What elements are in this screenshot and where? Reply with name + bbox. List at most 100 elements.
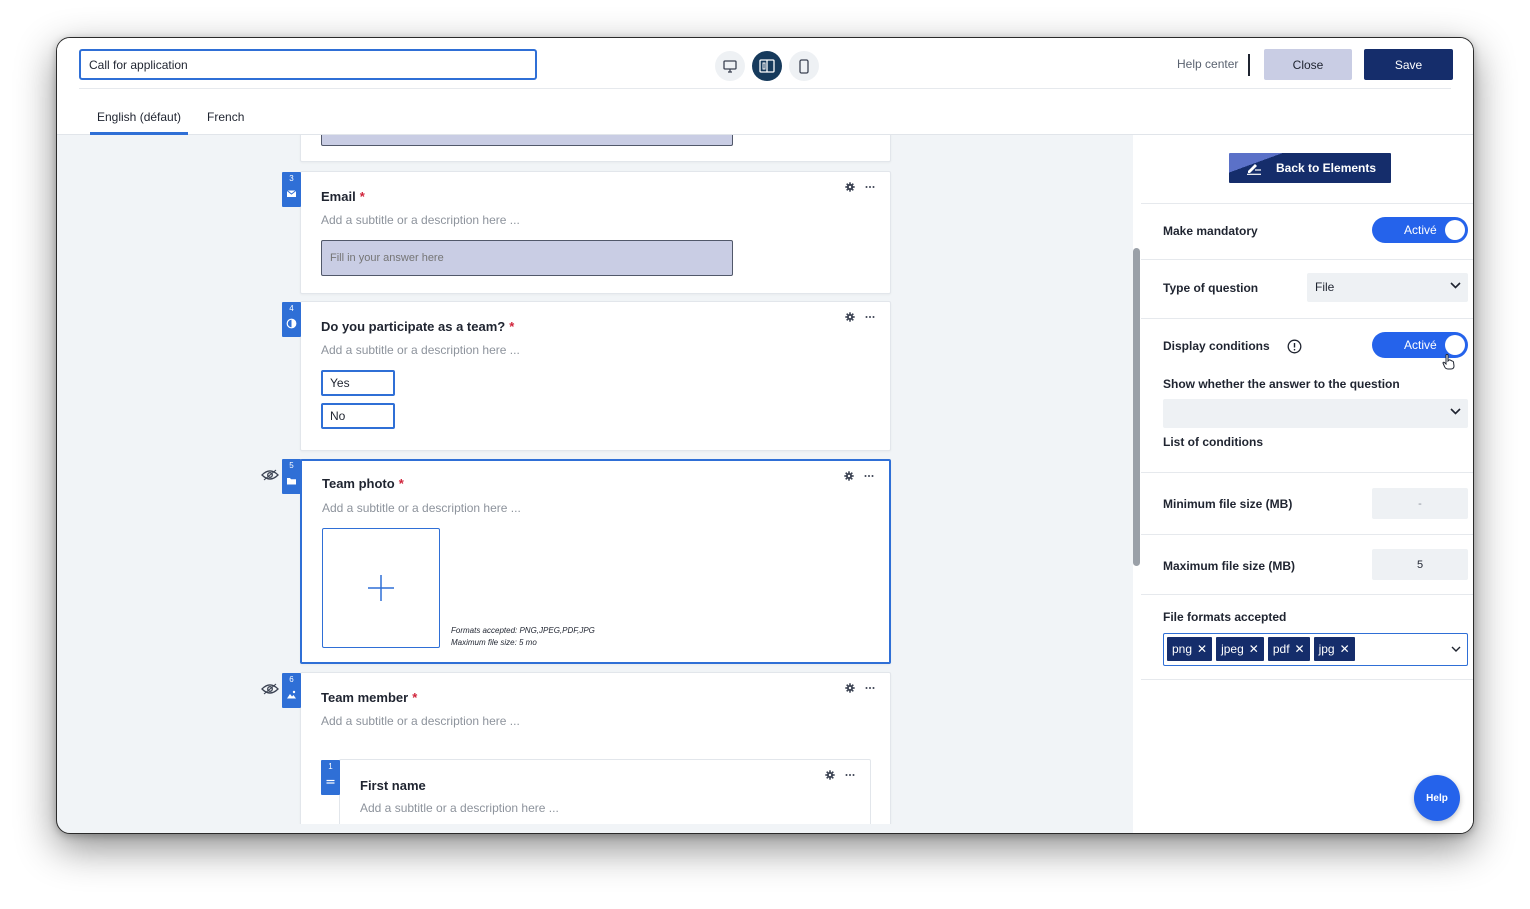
question-number: 6 bbox=[289, 675, 294, 684]
answer-field-previous[interactable] bbox=[321, 135, 733, 146]
min-file-size-input[interactable] bbox=[1372, 488, 1468, 519]
question-card-team-photo[interactable]: 5 Team photo * Add a subtitle or a descri… bbox=[282, 459, 891, 664]
gear-icon[interactable] bbox=[845, 312, 855, 322]
sub-question-subtitle[interactable]: Add a subtitle or a description here ... bbox=[360, 801, 559, 815]
setting-row-question-type: Type of question File bbox=[1141, 259, 1473, 317]
more-options-icon[interactable] bbox=[865, 182, 875, 192]
question-subtitle[interactable]: Add a subtitle or a description here ... bbox=[321, 714, 520, 728]
required-mark: * bbox=[412, 690, 418, 705]
question-subtitle[interactable]: Add a subtitle or a description here ... bbox=[321, 213, 520, 227]
image-icon bbox=[287, 690, 296, 699]
tab-french[interactable]: French bbox=[200, 98, 251, 134]
tab-english[interactable]: English (défaut) bbox=[90, 98, 189, 135]
choice-no[interactable]: No bbox=[321, 403, 395, 429]
card-tools bbox=[825, 770, 855, 780]
file-formats-multiselect[interactable]: png ✕ jpeg ✕ pdf ✕ jpg ✕ bbox=[1163, 633, 1468, 666]
question-subtitle[interactable]: Add a subtitle or a description here ... bbox=[321, 343, 520, 357]
sub-question-title[interactable]: First name bbox=[360, 778, 426, 793]
desktop-icon bbox=[723, 59, 737, 73]
file-upload-dropzone[interactable] bbox=[322, 528, 440, 648]
question-number: 5 bbox=[289, 461, 294, 470]
file-formats-label: File formats accepted bbox=[1163, 610, 1287, 624]
format-tag-label: png bbox=[1172, 642, 1193, 656]
mobile-icon bbox=[799, 58, 809, 74]
header-divider bbox=[1248, 54, 1250, 76]
gear-icon[interactable] bbox=[844, 471, 854, 481]
gear-icon[interactable] bbox=[845, 182, 855, 192]
eye-icon[interactable] bbox=[261, 683, 279, 695]
question-card-team-member[interactable]: 6 Team member * Add a subtitle or a descr… bbox=[282, 672, 891, 824]
make-mandatory-label: Make mandatory bbox=[1163, 224, 1258, 238]
type-of-question-label: Type of question bbox=[1163, 281, 1259, 295]
setting-row-mandatory: Make mandatory Activé bbox=[1141, 203, 1473, 258]
remove-tag-icon[interactable]: ✕ bbox=[1295, 642, 1305, 656]
question-number-badge: 6 bbox=[282, 673, 301, 708]
chevron-down-icon[interactable] bbox=[1451, 646, 1461, 652]
max-file-size-label: Maximum file size (MB) bbox=[1163, 559, 1296, 573]
plus-icon bbox=[368, 575, 394, 601]
setting-row-max-size: Maximum file size (MB) bbox=[1141, 534, 1473, 594]
toggle-knob bbox=[1445, 220, 1465, 240]
min-file-size-label: Minimum file size (MB) bbox=[1163, 497, 1293, 511]
show-condition-label: Show whether the answer to the question bbox=[1163, 377, 1400, 391]
max-file-size-note: Maximum file size: 5 mo bbox=[451, 638, 537, 647]
sub-question-card-first-name[interactable]: 1 First name Add a subtitle or a descrip… bbox=[321, 759, 871, 824]
app-window: Help center Close Save English (défaut) … bbox=[56, 37, 1474, 834]
question-title[interactable]: Do you participate as a team? * bbox=[321, 319, 514, 334]
toggle-state-label: Activé bbox=[1404, 338, 1437, 352]
gear-icon[interactable] bbox=[845, 683, 855, 693]
gear-icon[interactable] bbox=[825, 770, 835, 780]
question-title[interactable]: Team member * bbox=[321, 690, 417, 705]
list-of-conditions-label: List of conditions bbox=[1163, 435, 1263, 449]
more-options-icon[interactable] bbox=[865, 312, 875, 322]
eye-icon[interactable] bbox=[261, 469, 279, 481]
condition-question-select[interactable] bbox=[1163, 399, 1468, 428]
question-title[interactable]: Team photo * bbox=[322, 476, 404, 491]
view-mode-switch bbox=[715, 51, 819, 81]
remove-tag-icon[interactable]: ✕ bbox=[1249, 642, 1259, 656]
form-title-input[interactable] bbox=[79, 49, 537, 80]
more-options-icon[interactable] bbox=[845, 770, 855, 780]
language-tabs: English (défaut) French bbox=[90, 98, 263, 135]
mobile-view-button[interactable] bbox=[789, 51, 819, 81]
folder-icon bbox=[287, 478, 296, 485]
card-tools bbox=[845, 182, 875, 192]
formats-accepted-note: Formats accepted: PNG,JPEG,PDF,JPG bbox=[451, 626, 595, 635]
question-card-email[interactable]: 3 Email * Add a subtitle or a description… bbox=[282, 171, 891, 294]
panel-scrollbar[interactable] bbox=[1133, 248, 1140, 566]
choice-yes[interactable]: Yes bbox=[321, 370, 395, 396]
form-canvas: 3 Email * Add a subtitle or a description… bbox=[57, 135, 1133, 824]
format-tag-label: pdf bbox=[1272, 642, 1290, 656]
chevron-down-icon bbox=[1450, 408, 1461, 415]
save-button[interactable]: Save bbox=[1364, 49, 1453, 80]
more-options-icon[interactable] bbox=[864, 471, 874, 481]
desktop-view-button[interactable] bbox=[715, 51, 745, 81]
format-tag: jpg ✕ bbox=[1313, 637, 1355, 661]
element-settings-panel: Back to Elements Make mandatory Activé T… bbox=[1133, 135, 1473, 833]
remove-tag-icon[interactable]: ✕ bbox=[1197, 642, 1207, 656]
setting-row-file-formats: File formats accepted png ✕ jpeg ✕ pdf ✕ jp… bbox=[1141, 594, 1473, 680]
format-tag: jpeg ✕ bbox=[1216, 637, 1264, 661]
info-icon[interactable] bbox=[1287, 339, 1302, 354]
email-answer-field[interactable] bbox=[321, 240, 733, 276]
format-tag: pdf ✕ bbox=[1267, 637, 1310, 661]
question-number-badge: 4 bbox=[282, 302, 301, 337]
max-file-size-input[interactable] bbox=[1372, 549, 1468, 580]
question-card-previous[interactable] bbox=[300, 135, 891, 162]
format-tag-label: jpeg bbox=[1221, 642, 1244, 656]
more-options-icon[interactable] bbox=[865, 683, 875, 693]
help-center-link[interactable]: Help center bbox=[1177, 57, 1238, 71]
question-title[interactable]: Email * bbox=[321, 189, 365, 204]
question-subtitle[interactable]: Add a subtitle or a description here ... bbox=[322, 501, 521, 515]
question-number-badge: 3 bbox=[282, 172, 301, 207]
required-mark: * bbox=[398, 476, 404, 491]
back-to-elements-button[interactable]: Back to Elements bbox=[1229, 153, 1391, 183]
make-mandatory-toggle[interactable]: Activé bbox=[1372, 217, 1468, 243]
help-fab-button[interactable]: Help bbox=[1414, 775, 1460, 821]
remove-tag-icon[interactable]: ✕ bbox=[1340, 642, 1350, 656]
split-view-button[interactable] bbox=[752, 51, 782, 81]
question-type-select[interactable]: File bbox=[1307, 273, 1468, 302]
close-button[interactable]: Close bbox=[1264, 49, 1352, 80]
question-card-team[interactable]: 4 Do you participate as a team? * Add a s… bbox=[282, 301, 891, 451]
toggle-state-label: Activé bbox=[1404, 223, 1437, 237]
